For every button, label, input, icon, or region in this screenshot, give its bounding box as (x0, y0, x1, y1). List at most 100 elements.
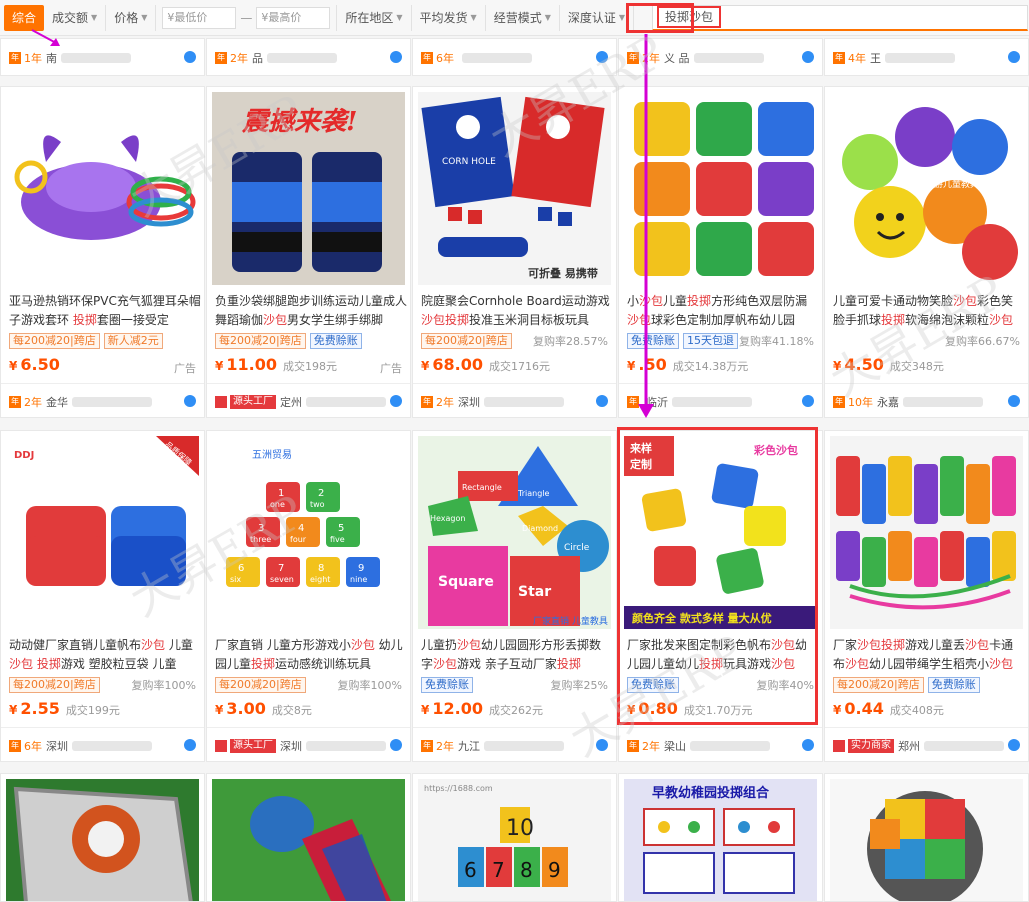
chat-icon[interactable] (802, 395, 814, 407)
shop-location[interactable]: 品 (252, 50, 263, 66)
product-title[interactable]: 动动健厂家直销儿童帆布沙包 儿童沙包 投掷游戏 塑胶粒豆袋 儿童 (9, 636, 201, 674)
chat-icon[interactable] (802, 51, 814, 63)
product-card-partial[interactable] (0, 773, 205, 902)
sort-comprehensive-tab[interactable]: 综合 (4, 4, 45, 31)
product-image[interactable]: DDJ 品质保障 (6, 436, 199, 629)
title-fragment: 投掷 (699, 657, 724, 671)
title-fragment: 沙包 (953, 294, 978, 308)
product-image[interactable]: https://1688.com 10 6 7 8 9 (418, 779, 611, 901)
product-title[interactable]: 厂家直销 儿童方形游戏小沙包 幼儿园儿童投掷运动感统训练玩具 (215, 636, 407, 674)
shop-location[interactable]: 梁山 (664, 738, 686, 754)
chat-icon[interactable] (596, 395, 608, 407)
product-card[interactable]: 厂家沙包投掷游戏儿童丢沙包卡通布沙包幼儿园带绳学生稻壳小沙包 每200减20|跨… (824, 430, 1029, 762)
shop-info-card[interactable]: 年 4年 王 (824, 38, 1029, 76)
shop-location[interactable]: 王 (870, 50, 881, 66)
product-image[interactable] (6, 92, 199, 285)
search-input[interactable]: 投掷沙包 (652, 4, 1029, 31)
shop-location[interactable]: 深圳 (46, 738, 68, 754)
product-title[interactable]: 院庭聚会Cornhole Board运动游戏沙包投掷投准玉米洞目标板玩具 (421, 292, 613, 330)
filter-region-label: 所在地区 (345, 10, 394, 25)
filter-business-dropdown[interactable]: 经营模式 ▼ (486, 4, 560, 31)
sort-turnover-tab[interactable]: 成交额 ▼ (44, 4, 107, 31)
shop-info: 源头工厂 深圳 (215, 737, 402, 755)
price-min-input[interactable]: ¥最低价 (162, 6, 237, 29)
chat-icon[interactable] (1008, 51, 1020, 63)
shop-years: 2年 (230, 52, 248, 65)
shop-info-card[interactable]: 年 1年 南 (0, 38, 205, 76)
shop-location[interactable]: 郑州 (898, 738, 920, 754)
product-card-partial[interactable]: https://1688.com 10 6 7 8 9 (412, 773, 617, 902)
sort-price-tab[interactable]: 价格 ▼ (106, 4, 157, 31)
product-card[interactable]: 震撼来袭! 负重沙袋绑腿跑步训练运动儿童成人舞蹈瑜伽沙包男女学生绑手绑脚 每20… (206, 86, 411, 418)
product-image[interactable]: 五洲贸易 1 one 2 two 3 three 4 four 5 five 6… (212, 436, 405, 629)
product-image[interactable]: 来样 定制 彩色沙包 颜色齐全 款式多样 量大从优 (624, 436, 817, 629)
chat-icon[interactable] (184, 739, 196, 751)
chat-icon[interactable] (1008, 395, 1020, 407)
title-fragment: 幼儿园带绳学生稻壳小 (869, 657, 990, 671)
product-title[interactable]: 厂家沙包投掷游戏儿童丢沙包卡通布沙包幼儿园带绳学生稻壳小沙包 (833, 636, 1025, 674)
shop-info-card[interactable]: 年 2年 义 品 (618, 38, 823, 76)
filter-shipping-dropdown[interactable]: 平均发货 ▼ (412, 4, 486, 31)
shop-location[interactable]: 深圳 (280, 738, 302, 754)
years-icon: 年 (421, 396, 433, 408)
product-image[interactable]: 震撼来袭! (212, 92, 405, 285)
chat-icon[interactable] (802, 739, 814, 751)
product-card-partial[interactable]: 早教幼稚园投掷组合 (618, 773, 823, 902)
shop-location[interactable]: 南 (46, 50, 57, 66)
product-image[interactable] (624, 92, 817, 285)
chat-icon[interactable] (596, 739, 608, 751)
product-card[interactable]: 小沙包儿童投掷方形纯色双层防漏沙包球彩色定制加厚帆布幼儿园 免费赊账 15天包退 … (618, 86, 823, 418)
price-value: 6.50 (20, 355, 60, 374)
product-image[interactable] (6, 779, 199, 901)
product-card-partial[interactable] (206, 773, 411, 902)
product-card[interactable]: 亚马逊热销环保PVC充气狐狸耳朵帽子游戏套环 投掷套圈一接受定 每200减20|… (0, 86, 205, 418)
chat-icon[interactable] (390, 739, 402, 751)
product-image[interactable]: Triangle Rectangle Hexagon Diamond Circl… (418, 436, 611, 629)
product-card[interactable]: 来样 定制 彩色沙包 颜色齐全 款式多样 量大从优 厂家批发来图定制彩色帆布沙包… (618, 430, 823, 762)
product-title[interactable]: 儿童扔沙包幼儿园圆形方形丢掷数字沙包游戏 亲子互动厂家投掷 (421, 636, 613, 674)
shop-info-card[interactable]: 年 6年 (412, 38, 617, 76)
product-title[interactable]: 厂家批发来图定制彩色帆布沙包幼儿园儿童幼儿投掷玩具游戏沙包 (627, 636, 819, 674)
shop-info: 年临沂 (627, 393, 814, 411)
shop-location[interactable]: 定州 (280, 394, 302, 410)
product-title[interactable]: 小沙包儿童投掷方形纯色双层防漏沙包球彩色定制加厚帆布幼儿园 (627, 292, 819, 330)
promo-tag: 每200减20|跨店 (9, 677, 100, 693)
promo-tag: 免费赊账 (309, 333, 362, 349)
title-fragment: 沙包 (989, 313, 1014, 327)
years-icon: 年 (627, 52, 639, 64)
chat-icon[interactable] (390, 51, 402, 63)
promo-tags: 免费赊账 (627, 677, 679, 693)
chat-icon[interactable] (184, 51, 196, 63)
repurchase-rate: 复购率25% (550, 679, 608, 692)
filter-certified-dropdown[interactable]: 深度认证 ▼ (560, 4, 635, 31)
product-title[interactable]: 亚马逊热销环保PVC充气狐狸耳朵帽子游戏套环 投掷套圈一接受定 (9, 292, 201, 330)
shop-location[interactable]: 九江 (458, 738, 480, 754)
product-image[interactable] (212, 779, 405, 901)
shop-location[interactable]: 深圳 (458, 394, 480, 410)
shop-location[interactable]: 临沂 (646, 394, 668, 410)
product-image[interactable] (830, 436, 1023, 629)
product-card[interactable]: Triangle Rectangle Hexagon Diamond Circl… (412, 430, 617, 762)
product-image[interactable]: CORN HOLE 可折叠 易携带 (418, 92, 611, 285)
product-image[interactable]: 早教幼稚园投掷组合 (624, 779, 817, 901)
product-card[interactable]: 下游儿童教具 儿童可爱卡通动物笑脸沙包彩色笑脸手抓球投掷软海绵泡沫颗粒沙包 复购… (824, 86, 1029, 418)
chat-icon[interactable] (1008, 739, 1020, 751)
shop-location[interactable]: 金华 (46, 394, 68, 410)
badge-icon (833, 740, 845, 752)
product-title[interactable]: 儿童可爱卡通动物笑脸沙包彩色笑脸手抓球投掷软海绵泡沫颗粒沙包 (833, 292, 1025, 330)
product-card-partial[interactable] (824, 773, 1029, 902)
product-card[interactable]: CORN HOLE 可折叠 易携带 院庭聚会Cornhole Board运动游戏… (412, 86, 617, 418)
product-image[interactable]: 下游儿童教具 (830, 92, 1023, 285)
shop-info-card[interactable]: 年 2年 品 (206, 38, 411, 76)
chat-icon[interactable] (596, 51, 608, 63)
chat-icon[interactable] (390, 395, 402, 407)
chat-icon[interactable] (184, 395, 196, 407)
product-image[interactable] (830, 779, 1023, 901)
product-card[interactable]: DDJ 品质保障 动动健厂家直销儿童帆布沙包 儿童沙包 投掷游戏 塑胶粒豆袋 儿… (0, 430, 205, 762)
product-title[interactable]: 负重沙袋绑腿跑步训练运动儿童成人舞蹈瑜伽沙包男女学生绑手绑脚 (215, 292, 407, 330)
filter-region-dropdown[interactable]: 所在地区 ▼ (337, 4, 412, 31)
shop-location[interactable]: 永嘉 (877, 394, 899, 410)
product-card[interactable]: 五洲贸易 1 one 2 two 3 three 4 four 5 five 6… (206, 430, 411, 762)
shop-location[interactable]: 义 品 (664, 50, 690, 66)
price-max-input[interactable]: ¥最高价 (256, 6, 331, 29)
